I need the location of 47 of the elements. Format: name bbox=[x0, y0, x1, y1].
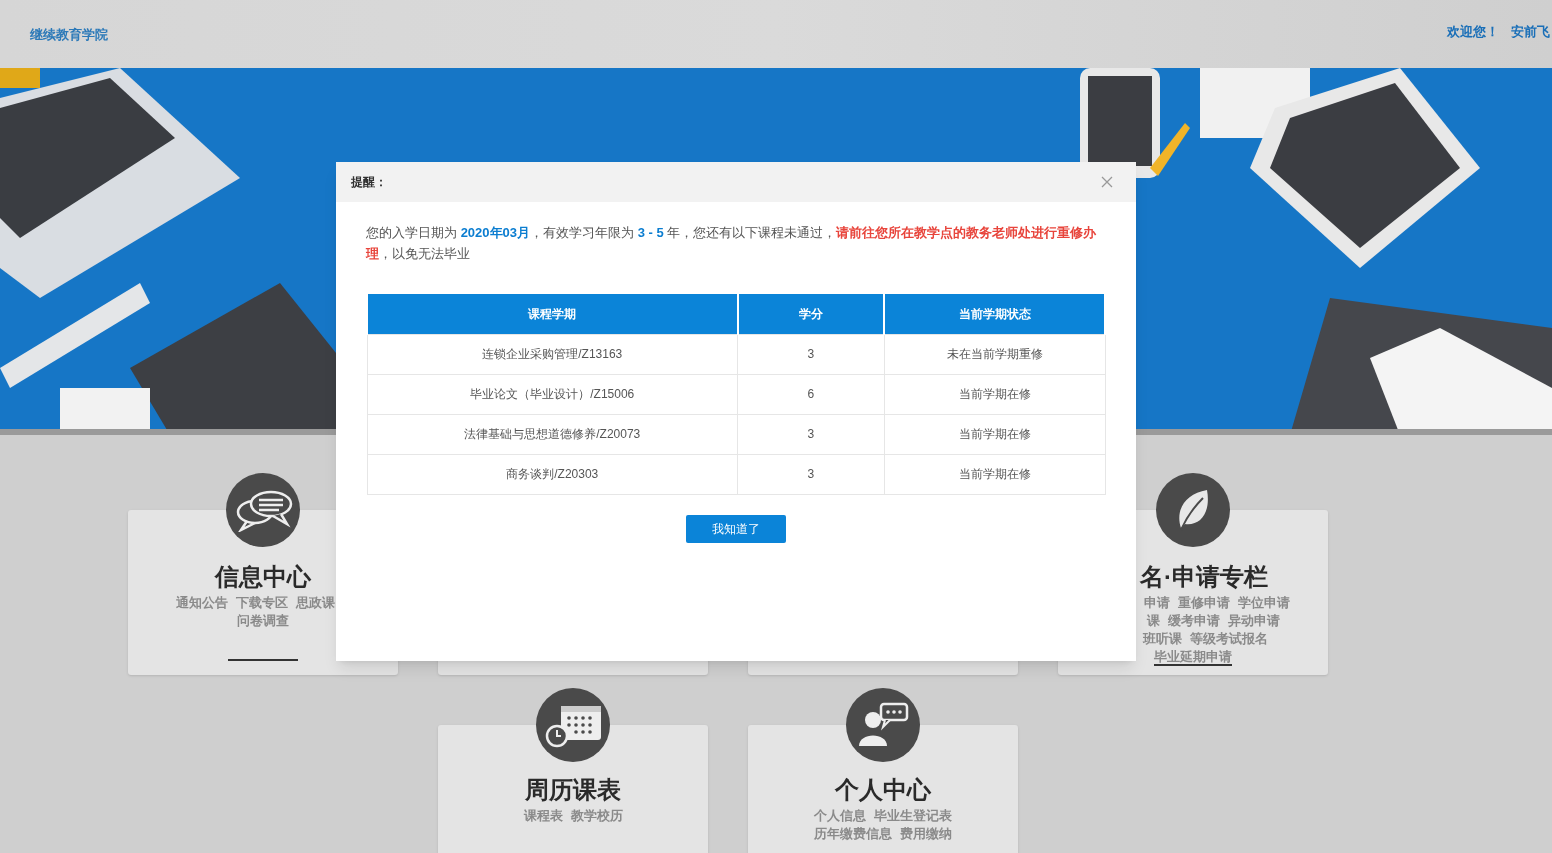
card-link[interactable]: 班听课 bbox=[1143, 630, 1182, 648]
card-title[interactable]: 信息中心 bbox=[215, 562, 311, 592]
card-link[interactable]: 学位申请 bbox=[1238, 594, 1290, 612]
close-button[interactable] bbox=[1100, 175, 1114, 189]
user-name[interactable]: 安前飞 bbox=[1511, 22, 1550, 42]
underline-bar bbox=[228, 659, 298, 661]
table-cell: 6 bbox=[737, 374, 885, 414]
column-header: 学分 bbox=[737, 294, 885, 334]
card-link[interactable]: 异动申请 bbox=[1228, 612, 1280, 630]
table-cell: 3 bbox=[737, 414, 885, 454]
dialog-title: 提醒： bbox=[351, 174, 387, 191]
card-link[interactable]: 申请 bbox=[1144, 594, 1170, 612]
card-title[interactable]: 个人中心 bbox=[835, 775, 931, 805]
card-link[interactable]: 教学校历 bbox=[570, 807, 623, 825]
table-cell: 3 bbox=[737, 334, 885, 374]
notice-message: 您的入学日期为 2020年03月，有效学习年限为 3 - 5 年，您还有以下课程未通过，请前往您所在教学点的教务老师处进行重修办理，以免无法毕业 bbox=[366, 224, 1098, 263]
table-cell: 3 bbox=[737, 454, 885, 494]
card-link[interactable]: 缓考申请 bbox=[1168, 612, 1220, 630]
card-link[interactable]: 课 bbox=[1147, 612, 1160, 630]
table-cell: 当前学期在修 bbox=[884, 374, 1105, 414]
table-cell: 毕业论文（毕业设计）/Z15006 bbox=[367, 374, 738, 414]
column-header: 当前学期状态 bbox=[884, 294, 1105, 334]
site-title[interactable]: 继续教育学院 bbox=[30, 25, 108, 45]
card-link[interactable]: 毕业生登记表 bbox=[874, 807, 952, 825]
table-cell: 当前学期在修 bbox=[884, 414, 1105, 454]
card-title[interactable]: 名·申请专栏 bbox=[1140, 562, 1268, 592]
card-link[interactable]: 思政课 bbox=[296, 594, 335, 612]
card-link[interactable]: 历年缴费信息 bbox=[814, 825, 892, 843]
welcome-text: 欢迎您！ bbox=[1447, 23, 1499, 42]
confirm-button[interactable]: 我知道了 bbox=[686, 514, 786, 543]
card-link[interactable]: 下载专区 bbox=[236, 594, 288, 612]
card-link[interactable]: 费用缴纳 bbox=[900, 825, 952, 843]
column-header: 课程学期 bbox=[367, 294, 738, 334]
card-title[interactable]: 周历课表 bbox=[525, 775, 621, 805]
card-link[interactable]: 重修申请 bbox=[1178, 594, 1230, 612]
table-cell: 当前学期在修 bbox=[884, 454, 1105, 494]
card-link[interactable]: 个人信息 bbox=[814, 807, 866, 825]
card-link[interactable]: 课程表 bbox=[523, 807, 563, 825]
card-link[interactable]: 通知公告 bbox=[176, 594, 228, 612]
card-link[interactable]: 问卷调查 bbox=[237, 612, 289, 630]
table-cell: 法律基础与思想道德修养/Z20073 bbox=[367, 414, 738, 454]
card-link[interactable]: 等级考试报名 bbox=[1190, 630, 1268, 648]
close-icon bbox=[1101, 176, 1113, 188]
table-cell: 未在当前学期重修 bbox=[884, 334, 1105, 374]
table-cell: 连锁企业采购管理/Z13163 bbox=[367, 334, 738, 374]
card-link[interactable]: 毕业延期申请 bbox=[1154, 648, 1232, 666]
table-cell: 商务谈判/Z20303 bbox=[367, 454, 738, 494]
